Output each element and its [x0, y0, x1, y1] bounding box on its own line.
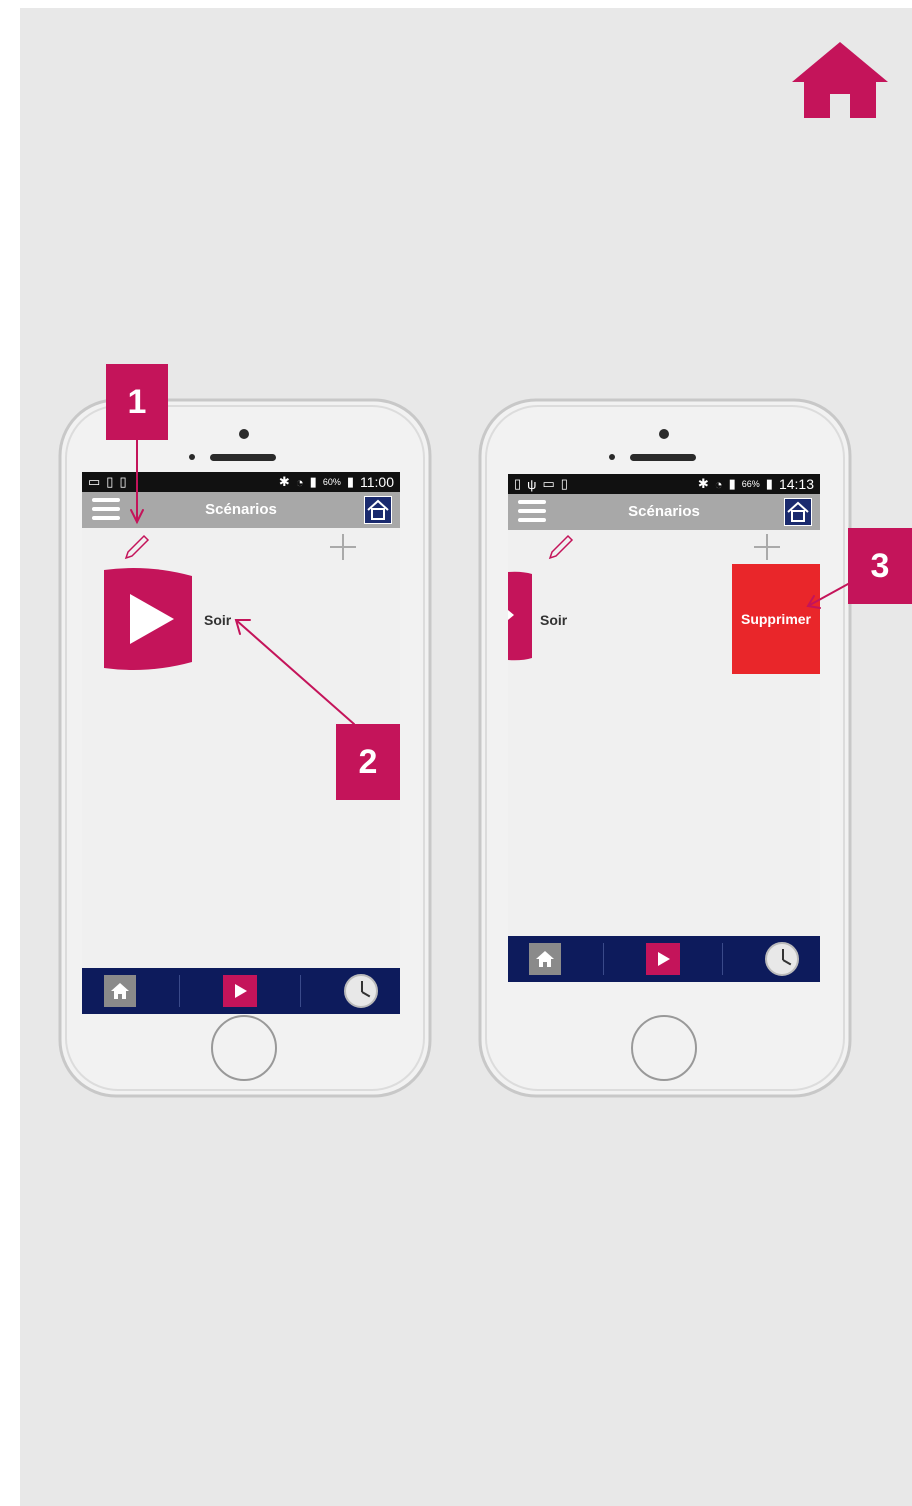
signal-icon: ▮: [728, 476, 736, 491]
battery-percent: 66%: [741, 479, 760, 489]
status-bar: ▭ ▯ ▯ ✱ ◔ ▮ 60% ▮ 11:00: [82, 472, 400, 492]
step-1-badge: 1: [106, 364, 168, 440]
signal-icon: ▮: [309, 474, 317, 489]
bluetooth-icon: ✱: [697, 476, 709, 491]
battery-icon: ▮: [765, 476, 773, 491]
house-icon: [787, 501, 809, 522]
status-bar: ▯ ψ ▭ ▯ ✱ ◔ ▮ 66% ▮ 14:13: [508, 474, 820, 494]
doc-icon: ▯: [119, 474, 127, 489]
bottom-nav: [508, 936, 820, 982]
doc-icon: ▯: [560, 476, 568, 491]
wifi-icon: ◔: [714, 476, 723, 492]
scenario-play-icon[interactable]: [98, 568, 198, 670]
nav-clock-button[interactable]: [344, 974, 379, 1008]
home-button[interactable]: [784, 498, 812, 526]
nav-home-button[interactable]: [103, 975, 136, 1007]
play-icon: [658, 952, 670, 966]
scenario-label[interactable]: Soir: [204, 612, 231, 628]
clock-time: 14:13: [778, 476, 814, 492]
nav-scenarios-button[interactable]: [646, 943, 680, 975]
delete-button[interactable]: Supprimer: [732, 564, 820, 674]
divider: [603, 943, 604, 975]
scenario-label[interactable]: Soir: [540, 612, 567, 628]
home-button[interactable]: [364, 496, 392, 524]
app-header: Scénarios: [82, 492, 400, 528]
nav-home-button[interactable]: [529, 943, 561, 975]
bluetooth-icon: ✱: [278, 474, 290, 489]
divider: [722, 943, 723, 975]
step-3-badge: 3: [848, 528, 912, 604]
bottom-nav: [82, 968, 400, 1014]
home-icon: [792, 42, 888, 118]
home-icon: [110, 983, 129, 999]
clock-time: 11:00: [360, 474, 394, 490]
app-header: Scénarios: [508, 494, 820, 530]
divider: [300, 975, 302, 1007]
home-icon: [536, 951, 554, 967]
page-title: Scénarios: [205, 501, 277, 518]
file-icon: ▯: [106, 474, 114, 489]
battery-percent: 60%: [322, 477, 341, 487]
nav-scenarios-button[interactable]: [222, 975, 257, 1007]
image-icon: ▭: [542, 476, 555, 491]
add-plus-icon[interactable]: [752, 532, 782, 562]
step-2-badge: 2: [336, 724, 400, 800]
edit-pencil-icon[interactable]: [546, 532, 576, 562]
divider: [178, 975, 180, 1007]
scenario-play-icon[interactable]: [508, 570, 534, 662]
nav-clock-button[interactable]: [765, 942, 799, 976]
usb-icon: ψ: [527, 476, 537, 492]
phone-right: ▯ ψ ▭ ▯ ✱ ◔ ▮ 66% ▮ 14:13 Scénarios Soir…: [478, 398, 852, 1098]
battery-icon: ▮: [346, 474, 354, 489]
page-title: Scénarios: [628, 503, 700, 520]
file-icon: ▯: [514, 476, 522, 491]
app-screen: ▯ ψ ▭ ▯ ✱ ◔ ▮ 66% ▮ 14:13 Scénarios Soir…: [508, 474, 820, 982]
image-icon: ▭: [88, 474, 101, 489]
house-icon: [367, 499, 389, 520]
edit-pencil-icon[interactable]: [122, 532, 152, 562]
play-icon: [234, 984, 247, 998]
add-plus-icon[interactable]: [328, 532, 358, 562]
wifi-icon: ◔: [295, 474, 304, 490]
